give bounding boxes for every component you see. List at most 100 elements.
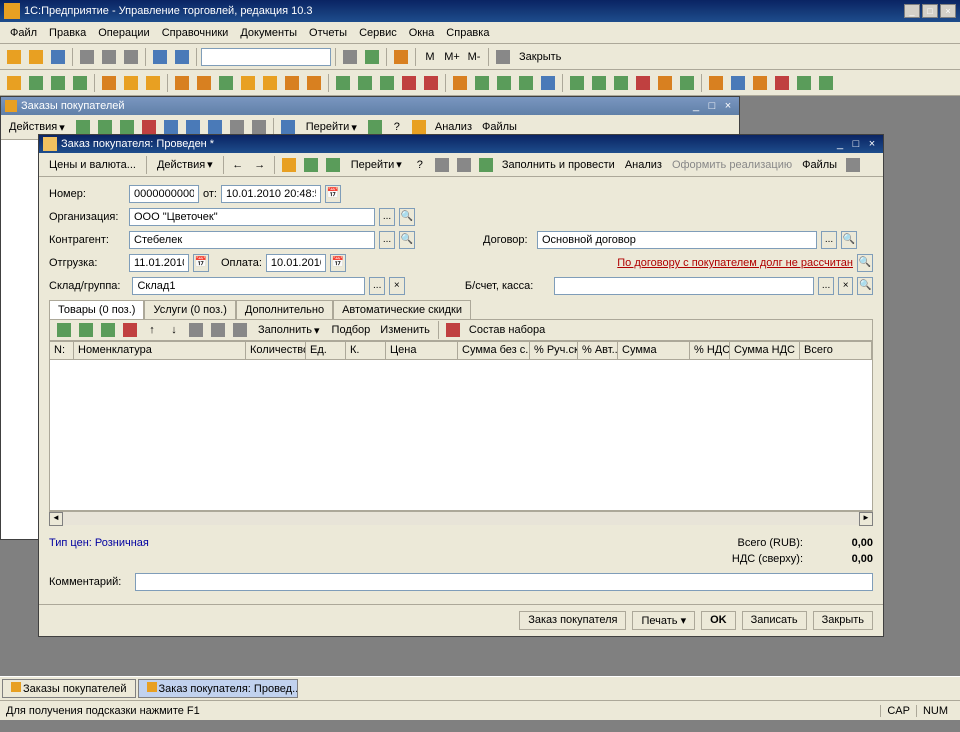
col-nomenclature[interactable]: Номенклатура	[74, 342, 246, 359]
col-sum-wo[interactable]: Сумма без с...	[458, 342, 530, 359]
tool-save[interactable]	[48, 47, 68, 67]
tb2-22[interactable]	[494, 73, 514, 93]
tb2-27[interactable]	[611, 73, 631, 93]
tool-new[interactable]	[4, 47, 24, 67]
scroll-right[interactable]: ►	[859, 512, 873, 526]
fill-post-btn[interactable]: Заполнить и провести	[498, 157, 619, 173]
tb2-7[interactable]	[143, 73, 163, 93]
menu-help[interactable]: Справка	[440, 25, 495, 41]
tb2-25[interactable]	[567, 73, 587, 93]
tab-goods[interactable]: Товары (0 поз.)	[49, 300, 144, 319]
st-edit[interactable]	[98, 320, 118, 340]
tb2-9[interactable]	[194, 73, 214, 93]
tb2-33[interactable]	[750, 73, 770, 93]
st-down[interactable]: ↓	[164, 320, 184, 340]
grid-body[interactable]	[50, 360, 872, 510]
col-vat-sum[interactable]: Сумма НДС	[730, 342, 800, 359]
menu-edit[interactable]: Правка	[43, 25, 92, 41]
ft-5[interactable]	[454, 155, 474, 175]
tb2-18[interactable]	[399, 73, 419, 93]
menu-operations[interactable]: Операции	[92, 25, 155, 41]
tb2-3[interactable]	[48, 73, 68, 93]
comment-input[interactable]	[135, 573, 873, 591]
col-auto[interactable]: % Авт...	[578, 342, 618, 359]
account-input[interactable]	[554, 277, 814, 295]
menu-reports[interactable]: Отчеты	[303, 25, 353, 41]
tool-redo[interactable]	[172, 47, 192, 67]
tb2-31[interactable]	[706, 73, 726, 93]
menu-documents[interactable]: Документы	[234, 25, 303, 41]
contractor-dots[interactable]: ...	[379, 231, 395, 249]
tab-services[interactable]: Услуги (0 поз.)	[144, 300, 235, 319]
col-unit[interactable]: Ед.	[306, 342, 346, 359]
warehouse-dots[interactable]: ...	[369, 277, 385, 295]
tb2-2[interactable]	[26, 73, 46, 93]
back-close[interactable]: ×	[721, 99, 735, 113]
tool-open[interactable]	[26, 47, 46, 67]
front-min[interactable]: _	[833, 137, 847, 151]
tool-close[interactable]: Закрыть	[515, 49, 565, 65]
account-search-icon[interactable]: 🔍	[857, 277, 873, 295]
st-del[interactable]	[120, 320, 140, 340]
toolbar-search[interactable]	[201, 48, 331, 66]
tb2-14[interactable]	[304, 73, 324, 93]
org-input[interactable]	[129, 208, 375, 226]
task-order-form[interactable]: Заказ покупателя: Провед...	[138, 679, 298, 698]
ft-6[interactable]	[476, 155, 496, 175]
col-price[interactable]: Цена	[386, 342, 458, 359]
print-btn[interactable]: Печать ▾	[632, 611, 695, 630]
tb2-36[interactable]	[816, 73, 836, 93]
tb2-24[interactable]	[538, 73, 558, 93]
number-input[interactable]	[129, 185, 199, 203]
ft-2[interactable]	[301, 155, 321, 175]
front-close[interactable]: ×	[865, 137, 879, 151]
warehouse-clear[interactable]: ×	[389, 277, 405, 295]
ft-1[interactable]	[279, 155, 299, 175]
tab-auto-discounts[interactable]: Автоматические скидки	[333, 300, 471, 319]
st-sort2[interactable]	[208, 320, 228, 340]
tb2-28[interactable]	[633, 73, 653, 93]
scroll-track[interactable]	[63, 512, 859, 525]
st-calc[interactable]	[230, 320, 250, 340]
account-clear[interactable]: ×	[838, 277, 854, 295]
close-btn[interactable]: Закрыть	[813, 611, 873, 630]
st-set-content[interactable]: Состав набора	[465, 322, 549, 338]
contract-search-icon[interactable]: 🔍	[841, 231, 857, 249]
tb2-15[interactable]	[333, 73, 353, 93]
tb2-17[interactable]	[377, 73, 397, 93]
front-files[interactable]: Файлы	[798, 157, 841, 173]
tb2-35[interactable]	[794, 73, 814, 93]
customer-order-btn[interactable]: Заказ покупателя	[519, 611, 626, 630]
tb2-23[interactable]	[516, 73, 536, 93]
col-k[interactable]: К.	[346, 342, 386, 359]
front-analysis[interactable]: Анализ	[621, 157, 666, 173]
col-qty[interactable]: Количество	[246, 342, 306, 359]
tb2-21[interactable]	[472, 73, 492, 93]
contractor-input[interactable]	[129, 231, 375, 249]
col-vat-pct[interactable]: % НДС	[690, 342, 730, 359]
tool-m-minus[interactable]: M-	[464, 47, 484, 67]
tb2-6[interactable]	[121, 73, 141, 93]
st-fill[interactable]: Заполнить ▾	[252, 322, 326, 339]
minimize-button[interactable]: _	[904, 4, 920, 18]
tool-m-plus[interactable]: M+	[442, 47, 462, 67]
front-goto[interactable]: Перейти ▾	[345, 156, 408, 173]
back-actions[interactable]: Действия ▾	[3, 119, 71, 136]
st-up[interactable]: ↑	[142, 320, 162, 340]
warehouse-input[interactable]	[132, 277, 365, 295]
tb2-30[interactable]	[677, 73, 697, 93]
tb2-8[interactable]	[172, 73, 192, 93]
tb2-16[interactable]	[355, 73, 375, 93]
back-files[interactable]: Файлы	[478, 119, 521, 135]
tool-copy[interactable]	[99, 47, 119, 67]
ok-btn[interactable]: OK	[701, 611, 736, 630]
payment-picker[interactable]: 📅	[330, 254, 346, 272]
tb2-11[interactable]	[238, 73, 258, 93]
menu-directories[interactable]: Справочники	[156, 25, 235, 41]
tool-settings[interactable]	[493, 47, 513, 67]
tb2-12[interactable]	[260, 73, 280, 93]
col-manual[interactable]: % Руч.ск...	[530, 342, 578, 359]
back-min[interactable]: _	[689, 99, 703, 113]
contract-input[interactable]	[537, 231, 817, 249]
col-sum[interactable]: Сумма	[618, 342, 690, 359]
